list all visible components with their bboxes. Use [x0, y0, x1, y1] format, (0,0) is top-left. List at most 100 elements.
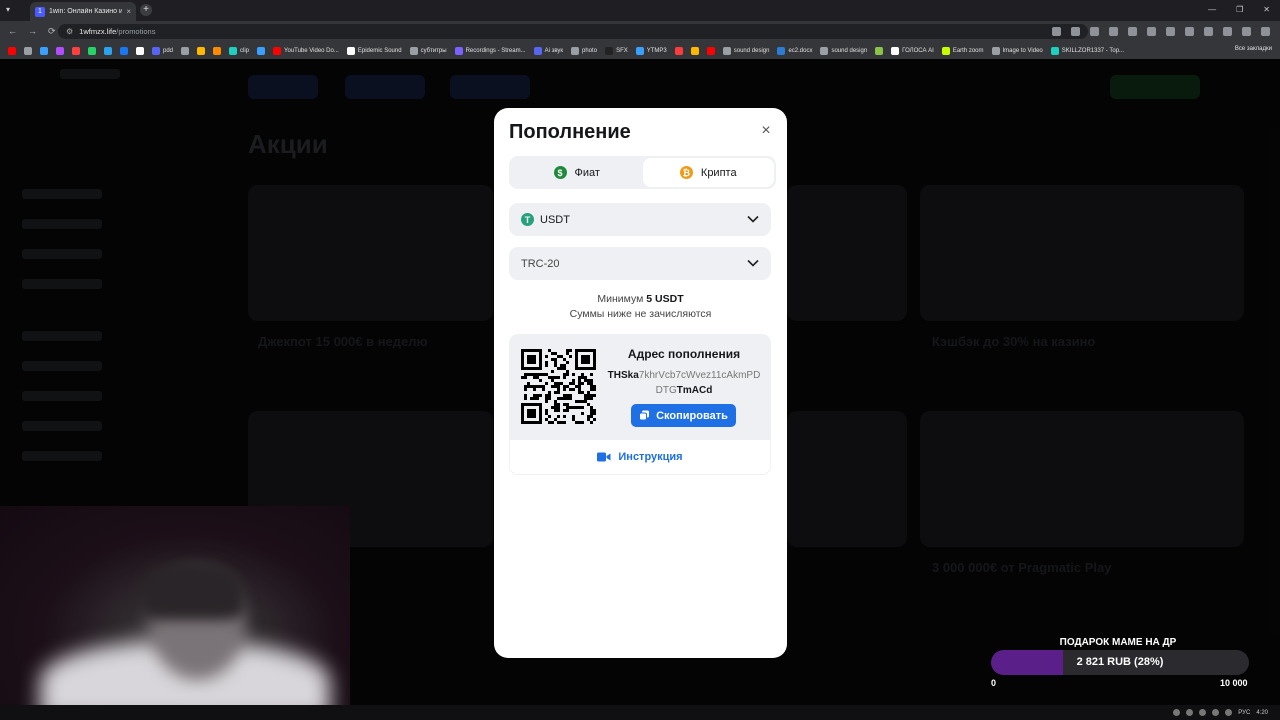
star-icon[interactable]	[1090, 27, 1099, 36]
qr-module	[557, 385, 560, 388]
qr-module	[569, 355, 572, 358]
bookmark-item[interactable]: SFX	[603, 46, 630, 55]
bookmark-favicon-icon	[690, 46, 699, 55]
bookmark-item[interactable]	[22, 46, 34, 55]
bookmark-favicon-icon	[72, 46, 80, 55]
bookmark-item[interactable]: Image to Video	[990, 46, 1045, 55]
menu-icon[interactable]	[1261, 27, 1270, 36]
bookmark-favicon-icon	[120, 46, 128, 55]
minimize-icon[interactable]: —	[1208, 5, 1216, 14]
bookmark-item[interactable]	[195, 46, 207, 55]
bookmark-item[interactable]: Epidemic Sound	[345, 46, 404, 55]
extension-icon[interactable]	[1052, 27, 1061, 36]
bookmark-label: Earth zoom	[952, 47, 984, 54]
bookmark-item[interactable]: Recordings - Stream...	[453, 46, 528, 55]
bookmark-item[interactable]: clip	[227, 46, 251, 55]
bookmark-item[interactable]	[211, 46, 223, 55]
address-url: 1wfmzx.life/promotions	[79, 27, 155, 36]
tab-crypto[interactable]: ₿ Крипта	[642, 158, 774, 187]
restore-icon[interactable]: ❐	[1236, 5, 1243, 14]
bookmark-item[interactable]	[689, 46, 701, 55]
qr-module	[563, 409, 566, 412]
extension-icon[interactable]	[1166, 27, 1175, 36]
back-icon[interactable]: ←	[8, 26, 17, 37]
qr-module	[590, 388, 593, 391]
bookmark-item[interactable]: sound design	[818, 46, 869, 55]
currency-select[interactable]: T USDT	[509, 203, 771, 236]
qr-module	[533, 385, 536, 388]
bookmark-item[interactable]: ГОЛОСА AI	[889, 46, 936, 55]
tab-search-icon[interactable]: ▾	[6, 5, 10, 14]
extension-icon[interactable]	[1128, 27, 1137, 36]
bookmark-item[interactable]: субтитры	[408, 46, 449, 55]
bookmark-item[interactable]	[134, 46, 146, 55]
bookmark-item[interactable]	[179, 46, 191, 55]
volume-icon[interactable]	[1225, 709, 1233, 716]
new-tab-button[interactable]: +	[140, 4, 152, 16]
address-end: TmACd	[676, 385, 713, 396]
instruction-link[interactable]: Инструкция	[509, 440, 771, 475]
qr-module	[536, 385, 539, 388]
close-window-icon[interactable]: ✕	[1263, 5, 1270, 14]
site-info-icon[interactable]: ⚙	[66, 27, 73, 36]
qr-module	[590, 373, 593, 376]
qr-module	[563, 397, 566, 400]
bookmark-item[interactable]	[255, 46, 267, 55]
bookmark-item[interactable]	[54, 46, 66, 55]
url-path: /promotions	[116, 27, 156, 36]
bookmark-item[interactable]	[38, 46, 50, 55]
zoom-icon[interactable]	[1071, 27, 1080, 36]
bookmark-item[interactable]	[705, 46, 717, 55]
keyboard-language[interactable]: РУС	[1238, 710, 1250, 716]
bookmark-item[interactable]: ec2.docx	[775, 46, 814, 55]
address-bar[interactable]: ⚙ 1wfmzx.life/promotions	[58, 24, 1088, 39]
bookmark-label: SKILLZOR1337 - Top...	[1061, 47, 1125, 54]
profile-icon[interactable]	[1242, 27, 1251, 36]
all-bookmarks[interactable]: Все закладки	[1235, 46, 1272, 52]
bookmark-favicon-icon	[152, 46, 160, 55]
bookmark-item[interactable]: sound design	[721, 46, 772, 55]
qr-module	[566, 373, 569, 376]
tab-close-icon[interactable]: ×	[126, 7, 131, 16]
forward-icon[interactable]: →	[28, 26, 37, 37]
clock[interactable]: 4:20	[1256, 710, 1268, 716]
sidebar-icon[interactable]	[1204, 27, 1213, 36]
download-icon[interactable]	[1223, 27, 1232, 36]
bookmark-item[interactable]: Ai звук	[532, 46, 565, 55]
bookmark-item[interactable]	[873, 46, 885, 55]
bookmark-item[interactable]: YTMP3	[634, 46, 669, 55]
extension-icon[interactable]	[1147, 27, 1156, 36]
reload-icon[interactable]: ⟳	[48, 26, 56, 37]
qr-module	[533, 373, 536, 376]
tab-fiat[interactable]: $ Фиат	[511, 158, 643, 187]
bookmark-item[interactable]	[102, 46, 114, 55]
bookmark-item[interactable]	[673, 46, 685, 55]
bookmark-item[interactable]: Earth zoom	[940, 46, 986, 55]
browser-tab-active[interactable]: 1 1win: Онлайн Казино и Ставки ×	[30, 2, 136, 21]
qr-module	[572, 382, 575, 385]
bookmark-item[interactable]: photo	[569, 46, 599, 55]
qr-module	[566, 349, 569, 352]
network-select[interactable]: TRC-20	[509, 247, 771, 280]
qr-module	[524, 373, 527, 376]
bookmark-item[interactable]	[70, 46, 82, 55]
qr-module	[554, 406, 557, 409]
tray-icon[interactable]	[1186, 709, 1194, 716]
qr-module	[587, 382, 590, 385]
bookmark-item[interactable]	[86, 46, 98, 55]
bookmark-item[interactable]	[6, 46, 18, 55]
wifi-icon[interactable]	[1212, 709, 1220, 716]
bookmark-item[interactable]: YouTube Video Do...	[271, 46, 341, 55]
extension-icon[interactable]	[1109, 27, 1118, 36]
bookmark-item[interactable]	[118, 46, 130, 55]
bookmark-item[interactable]: pdd	[150, 46, 175, 55]
bookmark-item[interactable]: SKILLZOR1337 - Top...	[1049, 46, 1126, 55]
qr-module	[557, 376, 560, 379]
close-icon[interactable]: ×	[759, 123, 773, 139]
qr-module	[560, 367, 563, 370]
tray-icon[interactable]	[1199, 709, 1207, 716]
puzzle-icon[interactable]	[1185, 27, 1194, 36]
tray-icon[interactable]	[1173, 709, 1181, 716]
deposit-address[interactable]: THSka7khrVcb7cWvez11cAkmPDDTGTmACd	[606, 368, 762, 398]
copy-button[interactable]: Скопировать	[631, 404, 736, 427]
